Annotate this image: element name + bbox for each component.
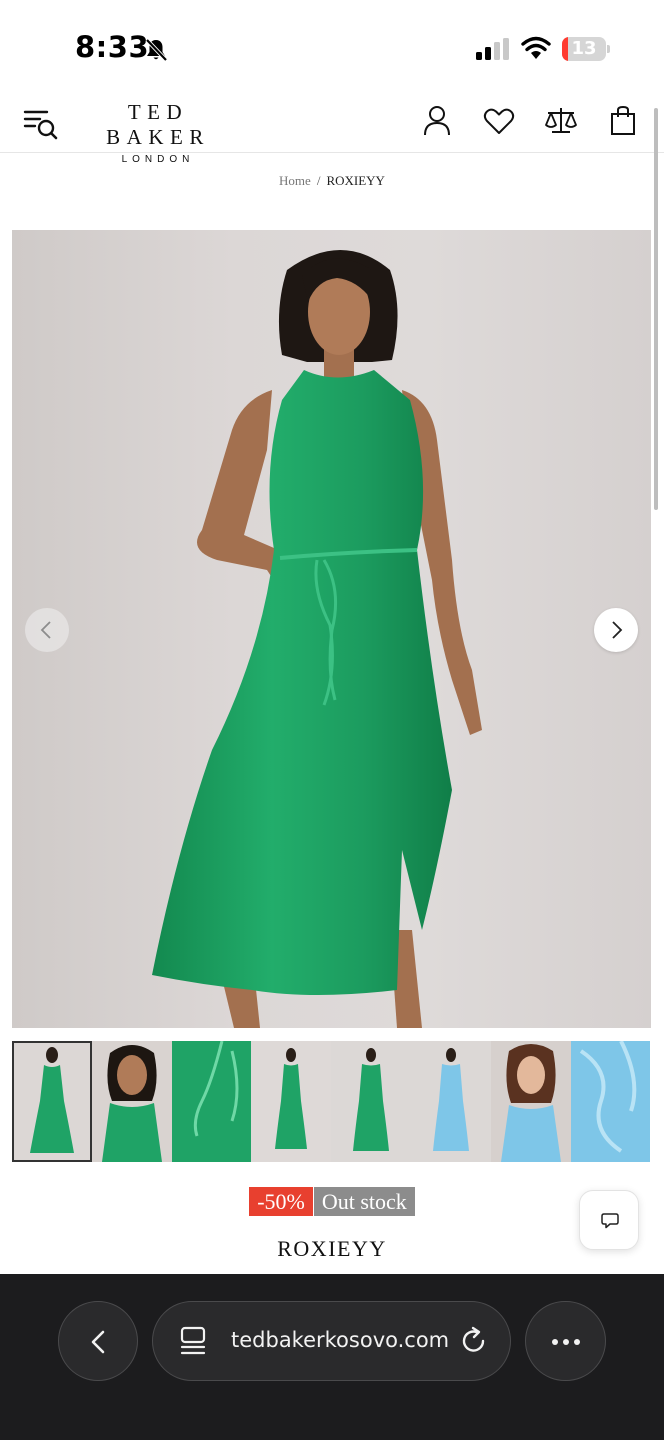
logo-sub: LONDON: [121, 154, 195, 165]
battery-cap: [607, 45, 610, 53]
battery-icon: 13: [562, 37, 606, 61]
chevron-left-icon: [91, 1330, 105, 1354]
browser-toolbar: tedbakerkosovo.com: [0, 1274, 664, 1440]
thumbnail[interactable]: [171, 1041, 252, 1162]
account-icon[interactable]: [420, 104, 454, 138]
thumbnail[interactable]: [331, 1041, 411, 1162]
product-photo: [152, 250, 482, 1028]
scale-icon[interactable]: [544, 104, 578, 138]
chevron-right-icon: [612, 621, 623, 639]
more-icon: [552, 1339, 580, 1345]
chat-bubble-icon: [601, 1213, 619, 1229]
product-main-image[interactable]: [12, 230, 651, 1028]
wifi-icon: [521, 36, 551, 59]
chat-button[interactable]: [579, 1190, 639, 1250]
logo[interactable]: TED BAKER LONDON: [76, 100, 240, 165]
status-time: 8:33: [75, 30, 150, 64]
chevron-left-icon: [40, 621, 51, 639]
browser-back-button[interactable]: [58, 1301, 138, 1381]
site-header: TED BAKER LONDON: [0, 92, 664, 165]
discount-badge: -50%: [249, 1187, 313, 1216]
bell-slash-icon: [145, 38, 168, 62]
stock-status-badge: Out stock: [313, 1187, 415, 1216]
thumbnail[interactable]: [490, 1041, 571, 1162]
heart-icon[interactable]: [482, 104, 516, 138]
thumbnail[interactable]: [12, 1041, 92, 1162]
breadcrumb-home[interactable]: Home: [279, 173, 311, 188]
product-badges: -50% Out stock: [0, 1187, 664, 1216]
breadcrumb: Home / ROXIEYY: [0, 173, 664, 189]
thumbnail[interactable]: [410, 1041, 491, 1162]
breadcrumb-separator: /: [316, 173, 321, 188]
thumbnail[interactable]: [570, 1041, 651, 1162]
url-text[interactable]: tedbakerkosovo.com: [231, 1328, 449, 1352]
menu-search-icon[interactable]: [22, 104, 60, 142]
signal-icon: [476, 38, 509, 60]
logo-main: TED BAKER: [106, 100, 210, 149]
thumbnail[interactable]: [91, 1041, 172, 1162]
thumbnail-strip: [12, 1041, 651, 1162]
breadcrumb-current: ROXIEYY: [326, 173, 385, 188]
more-options-button[interactable]: [525, 1301, 606, 1381]
gallery-prev-button[interactable]: [25, 608, 69, 652]
thumbnail[interactable]: [251, 1041, 332, 1162]
reload-icon[interactable]: [459, 1326, 489, 1356]
scroll-indicator[interactable]: [654, 108, 658, 510]
address-bar[interactable]: tedbakerkosovo.com: [152, 1301, 511, 1381]
gallery-next-button[interactable]: [594, 608, 638, 652]
shopping-bag-icon[interactable]: [606, 104, 640, 138]
product-name: ROXIEYY: [277, 1236, 387, 1261]
status-bar: 8:33 13: [0, 0, 664, 92]
tabs-icon[interactable]: [179, 1326, 207, 1356]
battery-level: 13: [571, 38, 597, 59]
